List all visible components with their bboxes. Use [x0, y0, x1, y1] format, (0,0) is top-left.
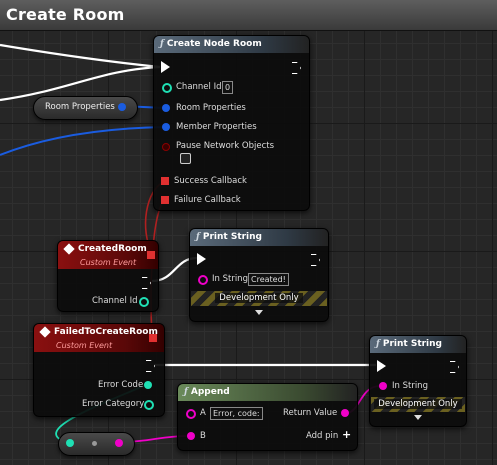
exec-input-pin[interactable] — [161, 61, 170, 73]
append-return-value-label: Return Value — [283, 408, 338, 418]
failed-to-create-room-event-node[interactable]: FailedToCreateRoom Custom Event Error Co… — [33, 323, 165, 417]
success-callback-label: Success Callback — [174, 176, 247, 186]
pause-network-objects-label: Pause Network Objects — [176, 141, 275, 151]
member-properties-label: Member Properties — [176, 122, 257, 132]
exec-output-pin[interactable] — [292, 62, 301, 74]
print-string-2-exec-out-pin[interactable] — [450, 361, 459, 373]
print-string-2-in-string-pin[interactable] — [379, 382, 387, 390]
create-node-room-title: Create Node Room — [166, 39, 262, 49]
print-string-1-title: Print String — [202, 232, 262, 242]
error-code-label: Error Code — [98, 380, 144, 390]
created-room-channel-id-label: Channel Id — [92, 296, 138, 306]
create-node-room-node[interactable]: ƒ Create Node Room Channel Id 0 Room Prop… — [153, 35, 310, 211]
chevron-down-icon[interactable] — [414, 415, 422, 420]
pause-network-objects-checkbox[interactable] — [180, 153, 191, 164]
pause-network-objects-pin[interactable] — [162, 143, 170, 151]
room-properties-output-pin[interactable] — [118, 103, 126, 111]
append-return-value-pin[interactable] — [341, 409, 349, 417]
create-node-room-header: ƒ Create Node Room — [154, 36, 309, 53]
channel-id-label: Channel Id — [176, 82, 222, 92]
development-only-banner: Development Only — [371, 397, 465, 412]
conversion-dot-icon — [92, 441, 97, 446]
append-b-label: B — [200, 431, 206, 441]
exec-wire — [0, 43, 161, 69]
event-diamond-icon — [39, 325, 51, 338]
append-a-pin[interactable] — [186, 409, 196, 419]
error-category-label: Error Category — [82, 399, 145, 409]
failure-callback-pin[interactable] — [161, 196, 169, 204]
conversion-input-pin[interactable] — [66, 439, 74, 447]
print-string-1-in-string-input[interactable]: Created! — [248, 273, 289, 286]
print-string-node-2[interactable]: ƒ Print String In String Development Only — [369, 335, 467, 427]
created-room-channel-id-pin[interactable] — [139, 297, 149, 307]
print-string-1-header: ƒ Print String — [190, 229, 328, 246]
print-string-1-exec-out-pin[interactable] — [311, 254, 320, 266]
append-a-label: A — [200, 408, 206, 418]
function-icon: ƒ — [196, 232, 200, 242]
function-icon: ƒ — [376, 339, 380, 349]
chevron-down-icon[interactable] — [255, 310, 263, 315]
print-string-2-exec-in-pin[interactable] — [377, 360, 386, 372]
append-b-pin[interactable] — [187, 432, 195, 440]
failure-callback-label: Failure Callback — [174, 195, 241, 205]
print-string-1-exec-in-pin[interactable] — [197, 253, 206, 265]
room-properties-variable-label: Room Properties — [45, 102, 115, 112]
development-only-label: Development Only — [374, 399, 462, 409]
print-string-2-in-string-label: In String — [392, 381, 428, 391]
development-only-banner: Development Only — [191, 291, 327, 306]
int-to-string-conversion-node[interactable] — [58, 432, 135, 456]
failed-exec-out-pin[interactable] — [146, 360, 155, 372]
print-string-1-in-string-label: In String — [212, 274, 248, 284]
created-room-header: CreatedRoom Custom Event — [58, 241, 158, 269]
created-room-subtitle: Custom Event — [80, 258, 137, 267]
event-diamond-icon — [63, 242, 75, 255]
struct-wire — [0, 126, 166, 156]
channel-id-input[interactable]: 0 — [222, 81, 234, 94]
append-header: ƒ Append — [178, 384, 357, 401]
failed-delegate-pin[interactable] — [149, 334, 157, 342]
created-room-event-node[interactable]: CreatedRoom Custom Event Channel Id — [57, 240, 159, 312]
success-callback-pin[interactable] — [161, 177, 169, 185]
failed-to-create-room-subtitle: Custom Event — [56, 341, 113, 350]
function-icon: ƒ — [160, 39, 164, 49]
plus-icon[interactable]: + — [342, 428, 351, 441]
failed-to-create-room-title: FailedToCreateRoom — [54, 327, 158, 337]
development-only-label: Development Only — [215, 293, 303, 303]
created-room-exec-out-pin[interactable] — [142, 277, 151, 289]
error-category-pin[interactable] — [144, 400, 154, 410]
print-string-node-1[interactable]: ƒ Print String In String Created! Develop… — [189, 228, 329, 322]
append-title: Append — [190, 387, 230, 397]
print-string-2-title: Print String — [382, 339, 442, 349]
error-code-pin[interactable] — [144, 381, 152, 389]
append-add-pin-label[interactable]: Add pin — [306, 431, 338, 441]
room-properties-variable-node[interactable]: Room Properties — [33, 96, 138, 120]
channel-id-pin[interactable] — [162, 83, 172, 93]
print-string-1-in-string-pin[interactable] — [198, 275, 208, 285]
print-string-2-header: ƒ Print String — [370, 336, 466, 353]
conversion-output-pin[interactable] — [115, 439, 123, 447]
created-room-delegate-pin[interactable] — [147, 251, 155, 259]
append-a-input[interactable]: Error, code: — [210, 407, 263, 420]
append-node[interactable]: ƒ Append A Error, code: Return Value B Ad… — [177, 383, 358, 451]
graph-title-bar: Create Room — [0, 0, 497, 31]
room-properties-label: Room Properties — [176, 103, 246, 113]
function-icon: ƒ — [184, 387, 188, 397]
failed-to-create-room-header: FailedToCreateRoom Custom Event — [34, 324, 164, 352]
created-room-title: CreatedRoom — [78, 244, 147, 254]
member-properties-pin[interactable] — [162, 123, 170, 131]
room-properties-pin[interactable] — [162, 104, 170, 112]
graph-title: Create Room — [6, 5, 125, 24]
